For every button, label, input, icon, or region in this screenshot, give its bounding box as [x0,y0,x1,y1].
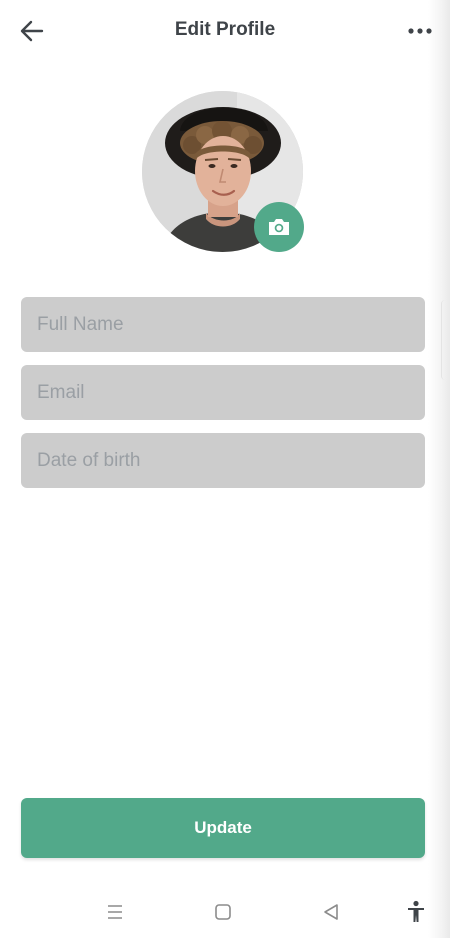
edge-panel-handle[interactable] [441,300,450,380]
menu-icon [108,905,122,919]
more-options-button[interactable] [402,16,438,46]
home-icon [215,904,231,920]
profile-photo-section [142,91,304,253]
page-title: Edit Profile [174,19,276,40]
recent-apps-button[interactable] [100,898,130,926]
home-button[interactable] [208,898,238,926]
app-header: Edit Profile [0,0,450,62]
accessibility-button[interactable] [401,898,431,926]
accessibility-icon [408,900,424,922]
date-of-birth-input[interactable] [21,433,425,488]
edit-profile-screen: Edit Profile Full Name Email Date of bir… [0,0,450,938]
email-input[interactable] [21,365,425,420]
more-horizontal-icon [408,28,432,34]
update-button[interactable]: Update [21,798,425,858]
full-name-input[interactable] [21,297,425,352]
system-navigation-bar [0,890,450,934]
system-back-button[interactable] [316,898,346,926]
change-photo-button[interactable] [254,202,304,252]
back-icon [324,904,338,920]
camera-icon [269,219,289,235]
